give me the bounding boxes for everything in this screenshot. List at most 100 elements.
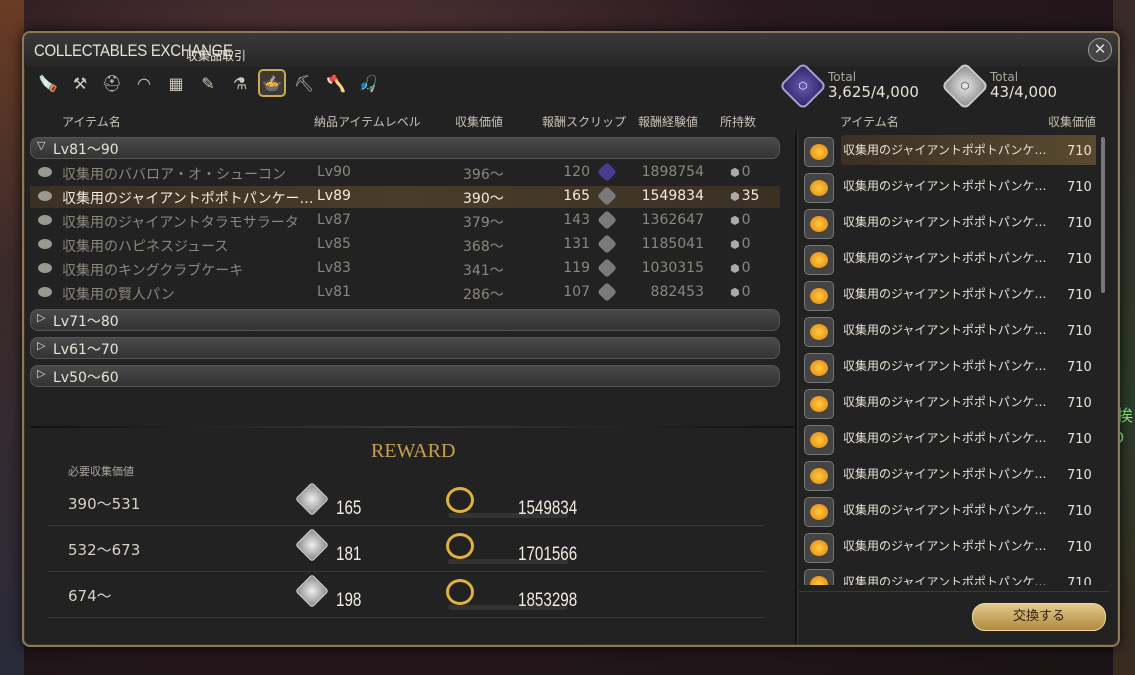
pancake-icon bbox=[804, 137, 834, 167]
pane-separator bbox=[795, 131, 798, 643]
white-scrip-icon bbox=[597, 186, 617, 206]
white-scrip-icon bbox=[295, 482, 329, 516]
pancake-icon bbox=[804, 173, 834, 203]
table-row[interactable]: 収集用の賢人パン Lv81 286～ 107 882453 0 bbox=[30, 282, 780, 304]
reward-tier: 532～673 181 1701566 bbox=[48, 527, 764, 572]
list-item[interactable]: 収集用のジャイアントポポトパンケ… 710 bbox=[801, 531, 1095, 565]
class-tabs: 🪚 ⚒ ⛑ ◠ ▦ ✎ ⚗ 🍲 ⛏ 🪓 🎣 bbox=[34, 69, 382, 101]
list-item[interactable]: 収集用のジャイアントポポトパンケ… 710 bbox=[801, 243, 1095, 277]
alchemist-icon: ⚗ bbox=[232, 73, 248, 93]
chevron-right-icon: ▷ bbox=[37, 311, 46, 324]
pancake-icon bbox=[804, 389, 834, 419]
tab-goldsmith[interactable]: ◠ bbox=[130, 69, 158, 97]
pancake-icon bbox=[804, 353, 834, 383]
background-left bbox=[0, 0, 24, 675]
col-scrip: 報酬スクリップ bbox=[542, 115, 627, 129]
leatherworker-icon: ▦ bbox=[168, 73, 184, 93]
tab-weaver[interactable]: ✎ bbox=[194, 69, 222, 97]
food-icon bbox=[38, 287, 52, 297]
exp-icon bbox=[446, 487, 474, 513]
white-scrip-icon bbox=[597, 282, 617, 302]
reward-title: REWARD bbox=[371, 440, 456, 462]
table-row[interactable]: 収集用のハピネスジュース Lv85 368～ 131 1185041 0 bbox=[30, 234, 780, 256]
botanist-icon: 🪓 bbox=[326, 73, 346, 93]
collectables-exchange-window: COLLECTABLES EXCHANGE 収集品取引 ✕ 🪚 ⚒ ⛑ ◠ ▦ … bbox=[22, 31, 1120, 647]
pancake-icon bbox=[804, 281, 834, 311]
list-item[interactable]: 収集用のジャイアントポポトパンケ… 710 bbox=[801, 495, 1095, 529]
table-row[interactable]: 収集用のジャイアントポポトパンケー… Lv89 390～ 165 1549834… bbox=[30, 186, 780, 208]
col-level: 納品アイテムレベル bbox=[314, 115, 421, 129]
purple-scrip-icon: ⬡ bbox=[778, 61, 828, 111]
carpenter-icon: 🪚 bbox=[38, 73, 58, 93]
white-scrip-icon bbox=[597, 258, 617, 278]
pancake-icon bbox=[804, 461, 834, 491]
food-icon bbox=[38, 191, 52, 201]
white-scrip-icon bbox=[295, 528, 329, 562]
pancake-icon bbox=[804, 497, 834, 527]
table-row[interactable]: 収集用のキングクラブケーキ Lv83 341～ 119 1030315 0 bbox=[30, 258, 780, 280]
group-lv50-60[interactable]: ▷ Lv50～60 bbox=[30, 365, 780, 387]
pancake-icon bbox=[804, 533, 834, 563]
divider bbox=[799, 591, 1109, 592]
tab-miner[interactable]: ⛏ bbox=[290, 69, 318, 97]
list-item[interactable]: 収集用のジャイアントポポトパンケ… 710 bbox=[801, 171, 1095, 205]
right-col-item-name: アイテム名 bbox=[840, 115, 899, 129]
culinarian-icon: 🍲 bbox=[262, 73, 282, 93]
table-row[interactable]: 収集用のババロア・オ・シューコン Lv90 396～ 120 1898754 0 bbox=[30, 162, 780, 184]
tab-culinarian[interactable]: 🍲 bbox=[258, 69, 286, 97]
exp-icon bbox=[446, 533, 474, 559]
scrollbar[interactable] bbox=[1101, 137, 1105, 293]
list-item[interactable]: 収集用のジャイアントポポトパンケ… 710 bbox=[801, 387, 1095, 421]
chevron-down-icon: ▽ bbox=[37, 139, 46, 152]
pancake-icon bbox=[804, 317, 834, 347]
divider bbox=[30, 426, 794, 428]
food-icon bbox=[38, 263, 52, 273]
list-item[interactable]: 収集用のジャイアントポポトパンケ… 710 bbox=[801, 567, 1095, 585]
purple-scrip-total: ⬡ Total 3,625/4,000 bbox=[778, 61, 919, 111]
list-item[interactable]: 収集用のジャイアントポポトパンケ… 710 bbox=[801, 351, 1095, 385]
fisher-icon: 🎣 bbox=[358, 73, 378, 93]
group-lv71-80[interactable]: ▷ Lv71～80 bbox=[30, 309, 780, 331]
goldsmith-icon: ◠ bbox=[137, 73, 151, 93]
list-item[interactable]: 収集用のジャイアントポポトパンケ… 710 bbox=[801, 135, 1096, 169]
armorer-icon: ⛑ bbox=[101, 73, 123, 93]
purple-scrip-icon bbox=[597, 162, 617, 182]
collectable-inventory-list: 収集用のジャイアントポポトパンケ… 710 収集用のジャイアントポポトパンケ… 71… bbox=[801, 133, 1096, 585]
weaver-icon: ✎ bbox=[201, 73, 215, 93]
tab-armorer[interactable]: ⛑ bbox=[98, 69, 126, 97]
tab-leatherworker[interactable]: ▦ bbox=[162, 69, 190, 97]
tab-botanist[interactable]: 🪓 bbox=[322, 69, 350, 97]
food-icon bbox=[38, 239, 52, 249]
title-bar[interactable]: COLLECTABLES EXCHANGE 収集品取引 ✕ bbox=[24, 33, 1118, 67]
col-collectability: 収集価値 bbox=[455, 115, 504, 129]
list-item[interactable]: 収集用のジャイアントポポトパンケ… 710 bbox=[801, 207, 1095, 241]
white-scrip-icon: ⬡ bbox=[940, 61, 990, 111]
table-row[interactable]: 収集用のジャイアントタラモサラータ Lv87 379～ 143 1362647 … bbox=[30, 210, 780, 232]
white-scrip-total: ⬡ Total 43/4,000 bbox=[940, 61, 1057, 111]
window-subtitle: 収集品取引 bbox=[186, 49, 247, 63]
pancake-icon bbox=[804, 425, 834, 455]
tab-alchemist[interactable]: ⚗ bbox=[226, 69, 254, 97]
close-icon[interactable]: ✕ bbox=[1088, 38, 1112, 62]
tab-blacksmith[interactable]: ⚒ bbox=[66, 69, 94, 97]
item-list: ▽ Lv81～90 収集用のババロア・オ・シューコン Lv90 396～ 120… bbox=[30, 133, 794, 423]
list-item[interactable]: 収集用のジャイアントポポトパンケ… 710 bbox=[801, 459, 1095, 493]
reward-tier: 390～531 165 1549834 bbox=[48, 481, 764, 526]
tab-fisher[interactable]: 🎣 bbox=[354, 69, 382, 97]
pancake-icon bbox=[804, 245, 834, 275]
col-exp: 報酬経験値 bbox=[638, 115, 699, 129]
white-scrip-icon bbox=[597, 234, 617, 254]
group-lv61-70[interactable]: ▷ Lv61～70 bbox=[30, 337, 780, 359]
list-item[interactable]: 収集用のジャイアントポポトパンケ… 710 bbox=[801, 423, 1095, 457]
required-collectability-label: 必要収集価値 bbox=[68, 465, 134, 478]
tab-carpenter[interactable]: 🪚 bbox=[34, 69, 62, 97]
list-item[interactable]: 収集用のジャイアントポポトパンケ… 710 bbox=[801, 279, 1095, 313]
list-item[interactable]: 収集用のジャイアントポポトパンケ… 710 bbox=[801, 315, 1095, 349]
miner-icon: ⛏ bbox=[293, 73, 315, 93]
col-owned: 所持数 bbox=[720, 115, 757, 129]
chevron-right-icon: ▷ bbox=[37, 339, 46, 352]
exchange-button[interactable]: 交換する bbox=[972, 603, 1106, 631]
group-lv81-90[interactable]: ▽ Lv81～90 bbox=[30, 137, 780, 159]
currency-value: 3,625/4,000 bbox=[828, 83, 919, 101]
pancake-icon bbox=[804, 209, 834, 239]
